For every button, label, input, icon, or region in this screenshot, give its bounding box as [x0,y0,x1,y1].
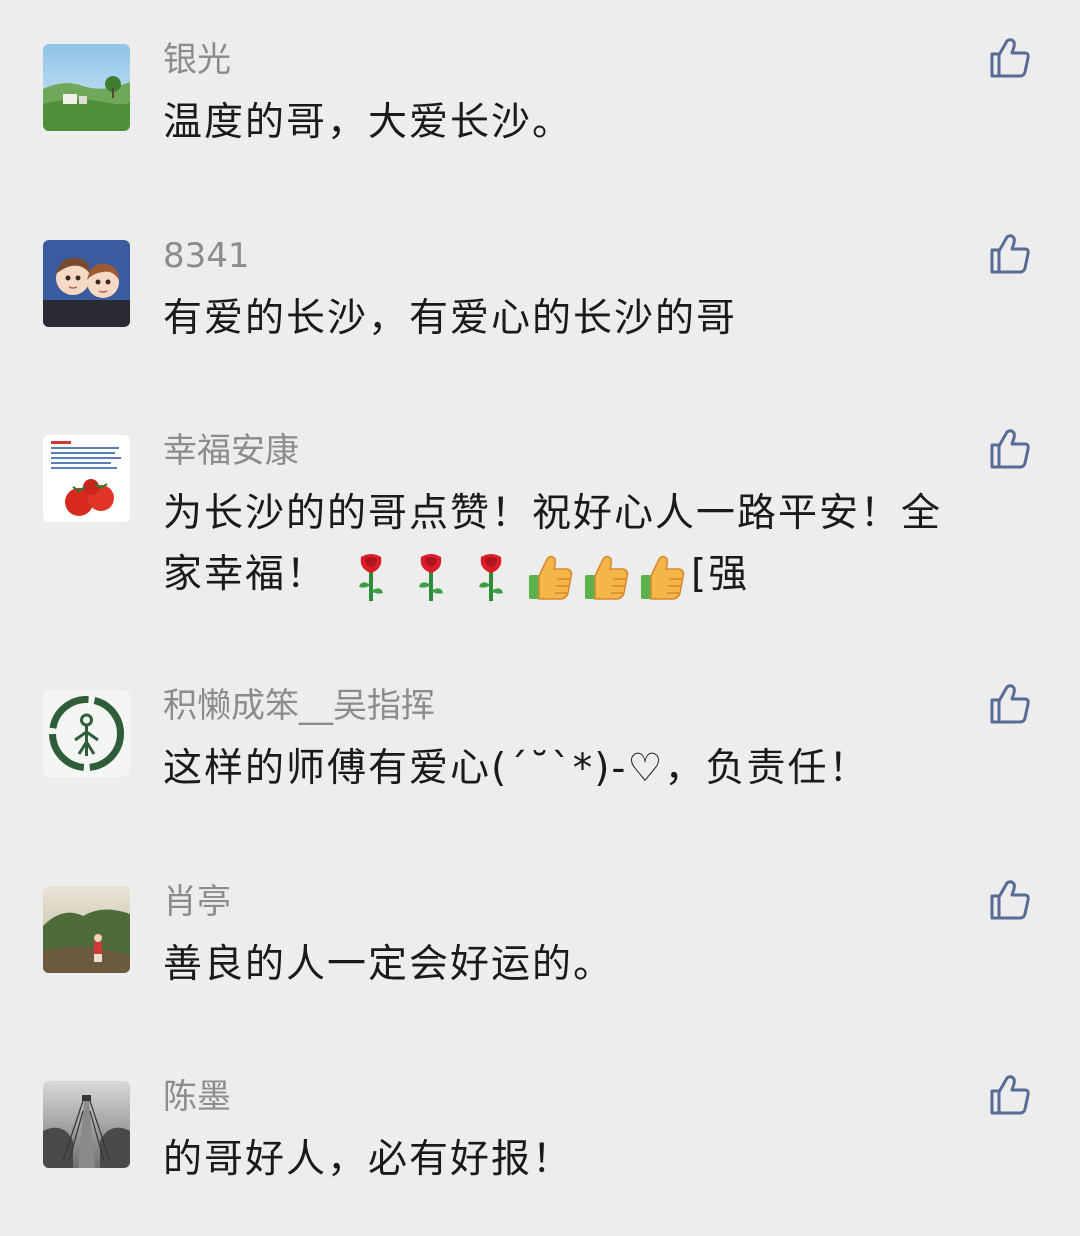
avatar[interactable] [43,435,130,522]
comment-text-fragment: 家幸福！ [163,552,328,597]
thumbs-up-outline-icon [990,880,1030,920]
comment-text: 善良的人一定会好运的。 [163,942,615,987]
avatar-bridge-image [43,1081,130,1168]
comment-username[interactable]: 肖亭 [163,880,231,924]
comment-username[interactable]: 积懒成笨__吴指挥 [163,684,435,728]
thumbs-up-outline-icon [990,684,1030,724]
rose-emoji [463,549,519,605]
rose-emoji [403,549,459,605]
comment-username[interactable]: 陈墨 [163,1075,231,1119]
avatar[interactable] [43,886,130,973]
avatar-emblem-image [43,690,130,777]
avatar-cartoon-couple-image [43,240,130,327]
comment-text: 有爱的长沙，有爱心的长沙的哥 [163,296,738,341]
comment-text: 这样的师傅有爱心(ˊ˘ˋ*)-♡，负责任！ [163,746,870,791]
thumbs-up-outline-icon [990,234,1030,274]
thumbs-up-outline-icon [990,38,1030,78]
avatar[interactable] [43,44,130,131]
thumbs-up-emoji [579,549,635,605]
avatar[interactable] [43,690,130,777]
avatar-outdoor-photo-image [43,886,130,973]
thumbs-up-outline-icon [990,1075,1030,1115]
thumbs-up-outline-icon [990,429,1030,469]
comment-username[interactable]: 银光 [163,38,231,82]
comment-text-line: 为长沙的的哥点赞！祝好心人一路平安！全 [163,491,943,536]
like-button[interactable] [986,230,1034,278]
thumbs-up-emoji [635,549,691,605]
avatar[interactable] [43,240,130,327]
like-button[interactable] [986,680,1034,728]
comment-username[interactable]: 幸福安康 [163,429,299,473]
like-button[interactable] [986,1071,1034,1119]
like-button[interactable] [986,876,1034,924]
comment-text: 为长沙的的哥点赞！祝好心人一路平安！全 家幸福！ [强 [163,483,1023,605]
comment-text-fragment: [强 [691,552,750,597]
like-button[interactable] [986,425,1034,473]
avatar-tomato-image [43,435,130,522]
comment-list: 银光 温度的哥，大爱长沙。 8341 有爱的长沙，有爱心的长沙的哥 幸福安康 为… [0,0,1080,1236]
comment-username[interactable]: 8341 [163,234,250,278]
like-button[interactable] [986,34,1034,82]
avatar-landscape-image [43,44,130,131]
comment-text: 的哥好人，必有好报！ [163,1137,574,1182]
comment-text-line: 家幸福！ [强 [163,544,1023,605]
emoji-row [343,549,691,605]
thumbs-up-emoji [523,549,579,605]
rose-emoji [343,549,399,605]
avatar[interactable] [43,1081,130,1168]
comment-text: 温度的哥，大爱长沙。 [163,100,574,145]
